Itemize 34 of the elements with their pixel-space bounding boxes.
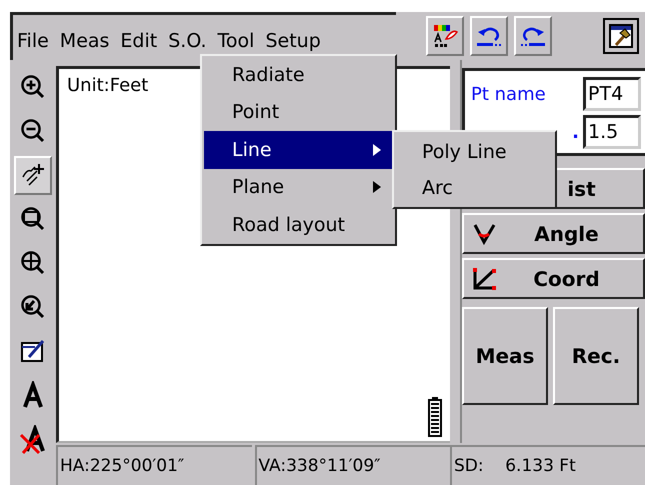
submenu-arrow-icon bbox=[373, 144, 381, 156]
status-cell: HA:225°00′01″ bbox=[56, 445, 252, 485]
menu-item[interactable]: Road layout bbox=[204, 206, 395, 244]
coordinate-icon bbox=[472, 266, 498, 290]
menu-item[interactable]: Line bbox=[204, 131, 395, 168]
hammer-button[interactable] bbox=[603, 18, 639, 54]
field-label: Pt name bbox=[471, 84, 546, 104]
palette-icon bbox=[432, 23, 458, 49]
text-field[interactable]: 1.5 bbox=[583, 115, 641, 149]
redo-button[interactable] bbox=[514, 16, 552, 56]
angle-icon bbox=[472, 222, 498, 246]
status-cell: VA:338°11′09″ bbox=[254, 445, 450, 485]
menu-item[interactable]: Plane bbox=[204, 168, 395, 206]
hand-icon[interactable] bbox=[14, 156, 52, 195]
menu-item[interactable]: Point bbox=[204, 94, 395, 131]
menu-item[interactable]: Tool bbox=[218, 30, 254, 52]
angle-button[interactable]: Angle bbox=[462, 213, 645, 254]
menu-item[interactable]: Setup bbox=[265, 30, 321, 52]
status-cell: SD: 6.133 Ft bbox=[450, 445, 645, 485]
menu-item[interactable]: File bbox=[17, 30, 49, 52]
field-label: . bbox=[572, 122, 579, 142]
menu-item[interactable]: Meas bbox=[60, 30, 110, 52]
measure-button[interactable]: Meas bbox=[462, 307, 548, 405]
record-button[interactable]: Rec. bbox=[553, 307, 639, 405]
color-palette-button[interactable] bbox=[426, 16, 464, 56]
menu-item[interactable]: S.O. bbox=[168, 30, 207, 52]
battery-icon bbox=[428, 397, 442, 437]
coordinate-button[interactable]: Coord bbox=[462, 258, 645, 299]
hammer-icon bbox=[608, 23, 634, 49]
undo-button[interactable] bbox=[470, 16, 508, 56]
text-field[interactable]: PT4 bbox=[583, 77, 641, 111]
menu-item[interactable]: Edit bbox=[120, 30, 158, 52]
submenu-arrow-icon bbox=[373, 181, 381, 194]
unit-label: Unit:Feet bbox=[67, 75, 148, 96]
